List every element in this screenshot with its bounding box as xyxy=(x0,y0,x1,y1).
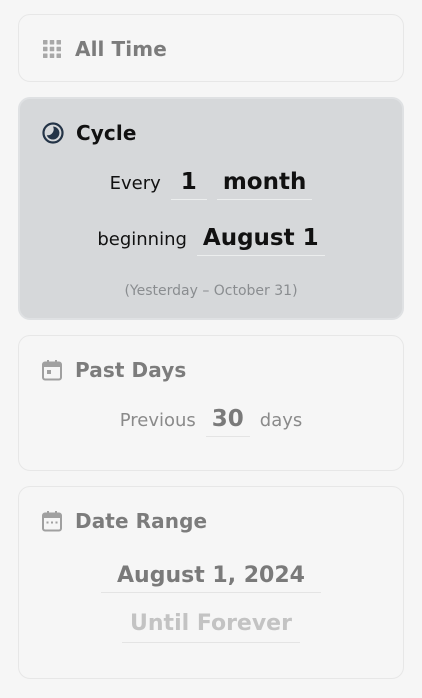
calendar-range-icon xyxy=(41,510,63,532)
past-days-option[interactable]: Past Days Previous 30 days xyxy=(18,335,404,471)
range-end-row: Until Forever xyxy=(19,611,403,643)
cycle-range-note: (Yesterday – October 31) xyxy=(124,283,298,299)
beginning-label: beginning xyxy=(97,229,187,250)
cycle-option[interactable]: Cycle Every 1 month beginning August 1 (… xyxy=(18,97,404,320)
range-end-field[interactable]: Until Forever xyxy=(122,611,300,643)
past-days-row: Previous 30 days xyxy=(19,406,403,437)
cycle-beginning-row: beginning August 1 xyxy=(20,225,402,256)
every-label: Every xyxy=(109,173,161,194)
date-range-header: Date Range xyxy=(41,509,207,533)
date-range-option[interactable]: Date Range August 1, 2024 Until Forever xyxy=(18,486,404,679)
calendar-day-icon xyxy=(41,359,63,381)
all-time-header: All Time xyxy=(41,37,167,61)
cycle-count-field[interactable]: 1 xyxy=(170,169,207,200)
cycle-unit-field[interactable]: month xyxy=(216,169,313,200)
cycle-header: Cycle xyxy=(42,121,137,145)
cycle-every-row: Every 1 month xyxy=(20,169,402,200)
cycle-title: Cycle xyxy=(76,121,137,145)
moon-phase-icon xyxy=(42,122,64,144)
previous-label: Previous xyxy=(119,410,196,431)
all-time-title: All Time xyxy=(75,37,167,61)
date-range-title: Date Range xyxy=(75,509,208,533)
cycle-start-field[interactable]: August 1 xyxy=(196,225,325,256)
range-start-row: August 1, 2024 xyxy=(19,563,403,593)
date-mode-picker: All Time Cycle Every 1 month beginning A… xyxy=(0,0,422,698)
all-time-option[interactable]: All Time xyxy=(18,14,404,82)
past-days-header: Past Days xyxy=(41,358,186,382)
past-days-title: Past Days xyxy=(75,358,187,382)
days-label: days xyxy=(259,410,303,431)
range-start-field[interactable]: August 1, 2024 xyxy=(101,563,321,593)
past-days-count-field[interactable]: 30 xyxy=(205,406,250,437)
grid-icon xyxy=(41,38,63,60)
